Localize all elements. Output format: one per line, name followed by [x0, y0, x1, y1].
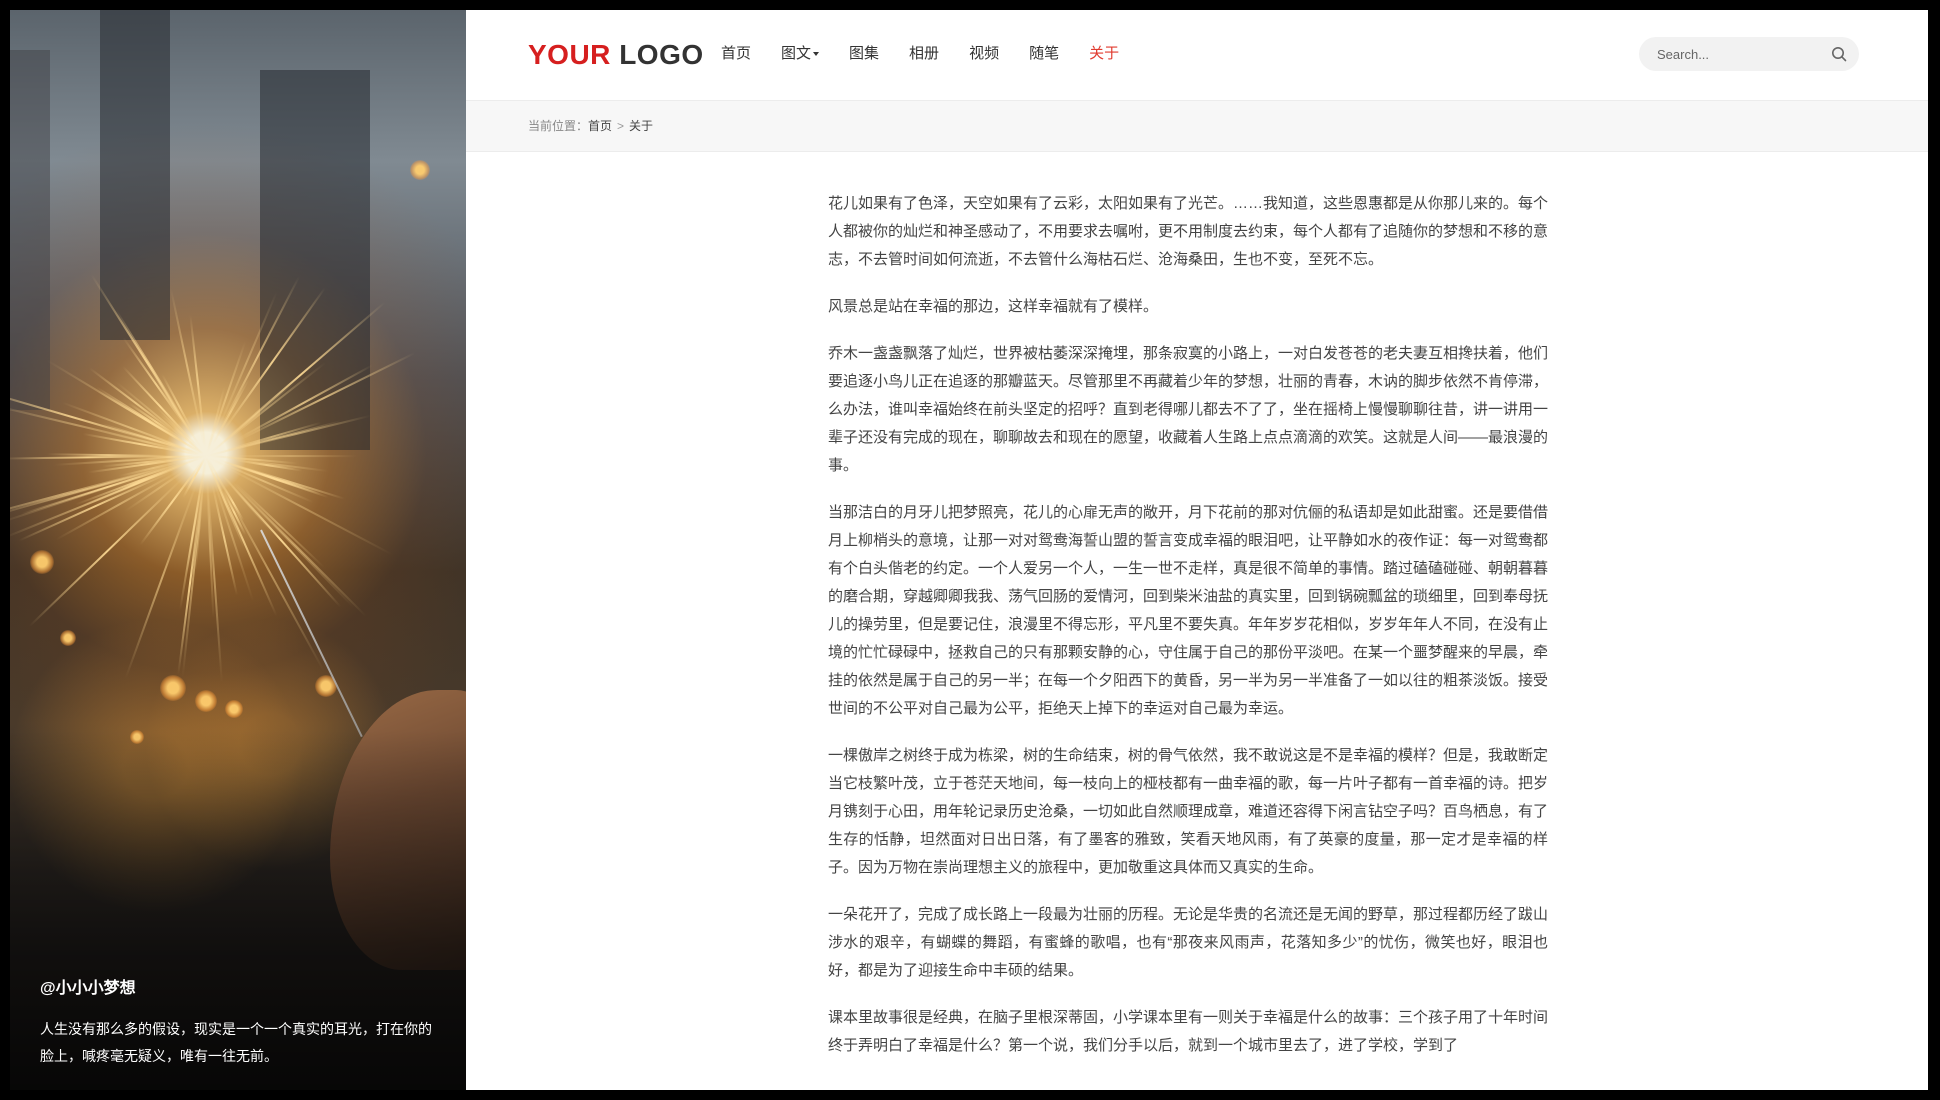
bokeh-light — [410, 160, 430, 180]
search-box — [1639, 37, 1859, 71]
search-input[interactable] — [1657, 37, 1817, 71]
main-nav: 首页 图文 图集 相册 视频 随笔 关于 — [721, 44, 1149, 64]
nav-label: 随笔 — [1029, 45, 1060, 62]
nav-item-video[interactable]: 视频 — [969, 44, 999, 64]
nav-label: 视频 — [969, 45, 1000, 62]
logo-text-logo: LOGO — [611, 39, 704, 70]
article-body: 花儿如果有了色泽，天空如果有了云彩，太阳如果有了光芒。……我知道，这些恩惠都是从… — [828, 190, 1548, 1079]
hero-author: @小小小梦想 — [40, 980, 136, 997]
breadcrumb-prefix: 当前位置： — [528, 119, 589, 133]
hero-image-panel: @小小小梦想 人生没有那么多的假设，现实是一个一个真实的耳光，打在你的脸上，喊疼… — [10, 10, 466, 1090]
article-paragraph: 课本里故事很是经典，在脑子里根深蒂固，小学课本里有一则关于幸福是什么的故事：三个… — [828, 1009, 1549, 1054]
breadcrumb-separator: > — [617, 119, 625, 133]
nav-label: 图集 — [849, 45, 880, 62]
bokeh-light — [195, 690, 217, 712]
breadcrumb: 当前位置：首页 > 关于 — [528, 118, 653, 134]
article-paragraph: 当那洁白的月牙儿把梦照亮，花儿的心扉无声的敞开，月下花前的那对伉俪的私语却是如此… — [828, 504, 1549, 717]
nav-item-album[interactable]: 相册 — [909, 44, 939, 64]
logo-text-your: YOUR — [528, 39, 611, 70]
search-icon[interactable] — [1831, 46, 1847, 62]
breadcrumb-home-link[interactable]: 首页 — [588, 119, 612, 133]
background-building — [10, 50, 50, 410]
nav-label: 相册 — [909, 45, 940, 62]
bokeh-light — [30, 550, 54, 574]
nav-label: 首页 — [721, 45, 752, 62]
caret-down-icon — [813, 52, 820, 56]
hero-caption: @小小小梦想 人生没有那么多的假设，现实是一个一个真实的耳光，打在你的脸上，喊疼… — [40, 974, 440, 1070]
nav-item-home[interactable]: 首页 — [721, 44, 751, 64]
logo-text-logo-word: LOGO — [619, 39, 704, 70]
nav-item-essays[interactable]: 随笔 — [1029, 44, 1059, 64]
bokeh-light — [160, 675, 186, 701]
site-logo[interactable]: YOUR LOGO — [528, 40, 704, 70]
nav-label: 图文 — [781, 45, 812, 62]
breadcrumb-current-link[interactable]: 关于 — [629, 119, 653, 133]
nav-item-gallery[interactable]: 图集 — [849, 44, 879, 64]
hero-quote: 人生没有那么多的假设，现实是一个一个真实的耳光，打在你的脸上，喊疼毫无疑义，唯有… — [40, 1021, 432, 1064]
article-paragraph: 花儿如果有了色泽，天空如果有了云彩，太阳如果有了光芒。……我知道，这些恩惠都是从… — [828, 195, 1549, 268]
article-paragraph: 风景总是站在幸福的那边，这样幸福就有了模样。 — [828, 298, 1159, 315]
article-paragraph: 一棵傲岸之树终于成为栋梁，树的生命结束，树的骨气依然，我不敢说这是不是幸福的模样… — [828, 747, 1549, 876]
spark-streak — [124, 478, 199, 679]
nav-item-articles[interactable]: 图文 — [781, 44, 820, 64]
bokeh-light — [60, 630, 76, 646]
nav-label: 关于 — [1089, 45, 1120, 62]
site-header: YOUR LOGO 首页 图文 图集 相册 视频 随笔 关于 — [466, 10, 1928, 101]
browser-viewport: @小小小梦想 人生没有那么多的假设，现实是一个一个真实的耳光，打在你的脸上，喊疼… — [10, 10, 1928, 1090]
main-content: YOUR LOGO 首页 图文 图集 相册 视频 随笔 关于 当 — [466, 10, 1928, 1090]
article-paragraph: 乔木一盏盏飘落了灿烂，世界被枯萎深深掩埋，那条寂寞的小路上，一对白发苍苍的老夫妻… — [828, 345, 1549, 474]
bokeh-light — [225, 700, 243, 718]
background-building — [100, 10, 170, 340]
article-paragraph: 一朵花开了，完成了成长路上一段最为壮丽的历程。无论是华贵的名流还是无闻的野草，那… — [828, 906, 1549, 979]
breadcrumb-bar: 当前位置：首页 > 关于 — [466, 101, 1928, 152]
nav-item-about[interactable]: 关于 — [1089, 44, 1119, 64]
